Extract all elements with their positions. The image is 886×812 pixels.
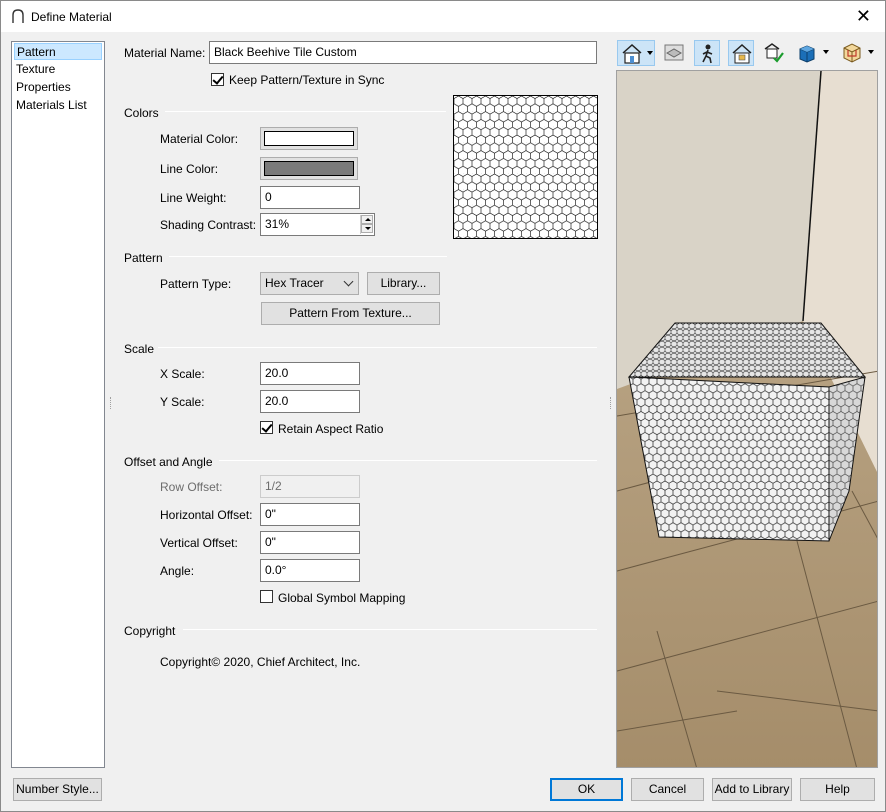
shading-contrast-spinner[interactable] bbox=[360, 215, 373, 234]
layers-icon bbox=[664, 44, 684, 61]
line-color-swatch bbox=[264, 161, 354, 176]
category-list: Pattern Texture Properties Materials Lis… bbox=[11, 41, 105, 768]
x-scale-input[interactable]: 20.0 bbox=[260, 362, 360, 385]
material-name-label: Material Name: bbox=[124, 46, 206, 60]
material-color-label: Material Color: bbox=[160, 132, 239, 146]
right-splitter-handle[interactable] bbox=[610, 397, 612, 409]
box-frame-icon bbox=[843, 43, 861, 63]
nav-item-materials-list[interactable]: Materials List bbox=[14, 97, 102, 114]
pattern-type-select[interactable]: Hex Tracer bbox=[260, 272, 359, 295]
material-name-input[interactable]: Black Beehive Tile Custom bbox=[209, 41, 597, 64]
house-check-icon bbox=[732, 43, 752, 64]
close-icon[interactable]: ✕ bbox=[856, 6, 871, 26]
offset-section-title: Offset and Angle bbox=[124, 455, 213, 469]
line-weight-label: Line Weight: bbox=[160, 191, 227, 205]
retain-aspect-checkbox[interactable] bbox=[260, 421, 273, 434]
line-color-button[interactable] bbox=[260, 157, 358, 180]
retain-aspect-label: Retain Aspect Ratio bbox=[278, 422, 384, 436]
vertical-offset-input[interactable]: 0" bbox=[260, 531, 360, 554]
layers-button[interactable] bbox=[661, 40, 687, 66]
library-check-icon bbox=[764, 43, 784, 63]
copyright-section-title: Copyright bbox=[124, 624, 176, 638]
cube-button[interactable] bbox=[794, 40, 832, 66]
cube-dropdown-icon[interactable] bbox=[823, 50, 829, 54]
add-to-library-button[interactable]: Add to Library bbox=[712, 778, 792, 801]
horizontal-offset-label: Horizontal Offset: bbox=[160, 508, 253, 522]
chevron-down-icon bbox=[343, 276, 354, 287]
pattern-section-title: Pattern bbox=[124, 251, 163, 265]
ok-button[interactable]: OK bbox=[550, 778, 623, 801]
spin-up-icon[interactable] bbox=[361, 215, 373, 224]
keep-sync-checkbox[interactable] bbox=[211, 73, 224, 86]
shading-contrast-value: 31% bbox=[265, 217, 290, 231]
scale-divider bbox=[158, 347, 597, 348]
row-offset-input: 1/2 bbox=[260, 475, 360, 498]
line-weight-input[interactable]: 0 bbox=[260, 186, 360, 209]
pattern-type-value: Hex Tracer bbox=[265, 276, 324, 290]
spin-down-icon[interactable] bbox=[361, 224, 373, 233]
pattern-type-label: Pattern Type: bbox=[160, 277, 232, 291]
x-scale-label: X Scale: bbox=[160, 367, 205, 381]
pattern-divider bbox=[169, 256, 447, 257]
keep-sync-label: Keep Pattern/Texture in Sync bbox=[229, 73, 385, 87]
global-symbol-mapping-label: Global Symbol Mapping bbox=[278, 591, 406, 605]
window-title: Define Material bbox=[31, 10, 112, 24]
scale-section-title: Scale bbox=[124, 342, 155, 356]
number-style-button[interactable]: Number Style... bbox=[13, 778, 102, 801]
cube-icon bbox=[799, 45, 815, 63]
material-color-swatch bbox=[264, 131, 354, 146]
nav-item-texture[interactable]: Texture bbox=[14, 61, 102, 78]
box-frame-dropdown-icon[interactable] bbox=[868, 50, 874, 54]
title-bar: Define Material ✕ bbox=[1, 1, 885, 32]
nav-item-pattern[interactable]: Pattern bbox=[14, 43, 102, 60]
line-color-label: Line Color: bbox=[160, 162, 219, 176]
camera-walk-icon bbox=[702, 44, 713, 64]
row-offset-label: Row Offset: bbox=[160, 480, 223, 494]
material-color-button[interactable] bbox=[260, 127, 358, 150]
hex-pattern-preview bbox=[454, 96, 597, 238]
camera-walk-button[interactable] bbox=[694, 40, 720, 66]
cancel-button[interactable]: Cancel bbox=[631, 778, 704, 801]
colors-section-title: Colors bbox=[124, 106, 159, 120]
room-view-button[interactable] bbox=[617, 40, 655, 66]
shading-contrast-label: Shading Contrast: bbox=[160, 218, 257, 232]
arch-logo-icon bbox=[12, 9, 24, 23]
angle-label: Angle: bbox=[160, 564, 195, 578]
colors-divider bbox=[165, 111, 446, 112]
copyright-text: Copyright© 2020, Chief Architect, Inc. bbox=[160, 655, 361, 669]
y-scale-input[interactable]: 20.0 bbox=[260, 390, 360, 413]
global-symbol-mapping-checkbox[interactable] bbox=[260, 590, 273, 603]
define-material-dialog: Define Material ✕ Pattern Texture Proper… bbox=[0, 0, 886, 812]
pattern-from-texture-button[interactable]: Pattern From Texture... bbox=[261, 302, 440, 325]
pattern-preview bbox=[453, 95, 598, 239]
room-view-dropdown-icon[interactable] bbox=[647, 51, 653, 55]
house-check-button[interactable] bbox=[728, 40, 754, 66]
vertical-offset-label: Vertical Offset: bbox=[160, 536, 238, 550]
y-scale-label: Y Scale: bbox=[160, 395, 205, 409]
help-button[interactable]: Help bbox=[800, 778, 875, 801]
shading-contrast-input[interactable]: 31% bbox=[260, 213, 375, 236]
material-3d-preview[interactable] bbox=[616, 70, 878, 768]
horizontal-offset-input[interactable]: 0" bbox=[260, 503, 360, 526]
box-frame-button[interactable] bbox=[839, 40, 877, 66]
offset-divider bbox=[219, 460, 597, 461]
angle-input[interactable]: 0.0° bbox=[260, 559, 360, 582]
copyright-divider bbox=[183, 629, 597, 630]
room-view-icon bbox=[622, 43, 642, 64]
library-check-button[interactable] bbox=[761, 40, 787, 66]
library-button[interactable]: Library... bbox=[367, 272, 440, 295]
3d-scene bbox=[617, 71, 877, 767]
nav-item-properties[interactable]: Properties bbox=[14, 79, 102, 96]
left-splitter-handle[interactable] bbox=[110, 397, 112, 409]
